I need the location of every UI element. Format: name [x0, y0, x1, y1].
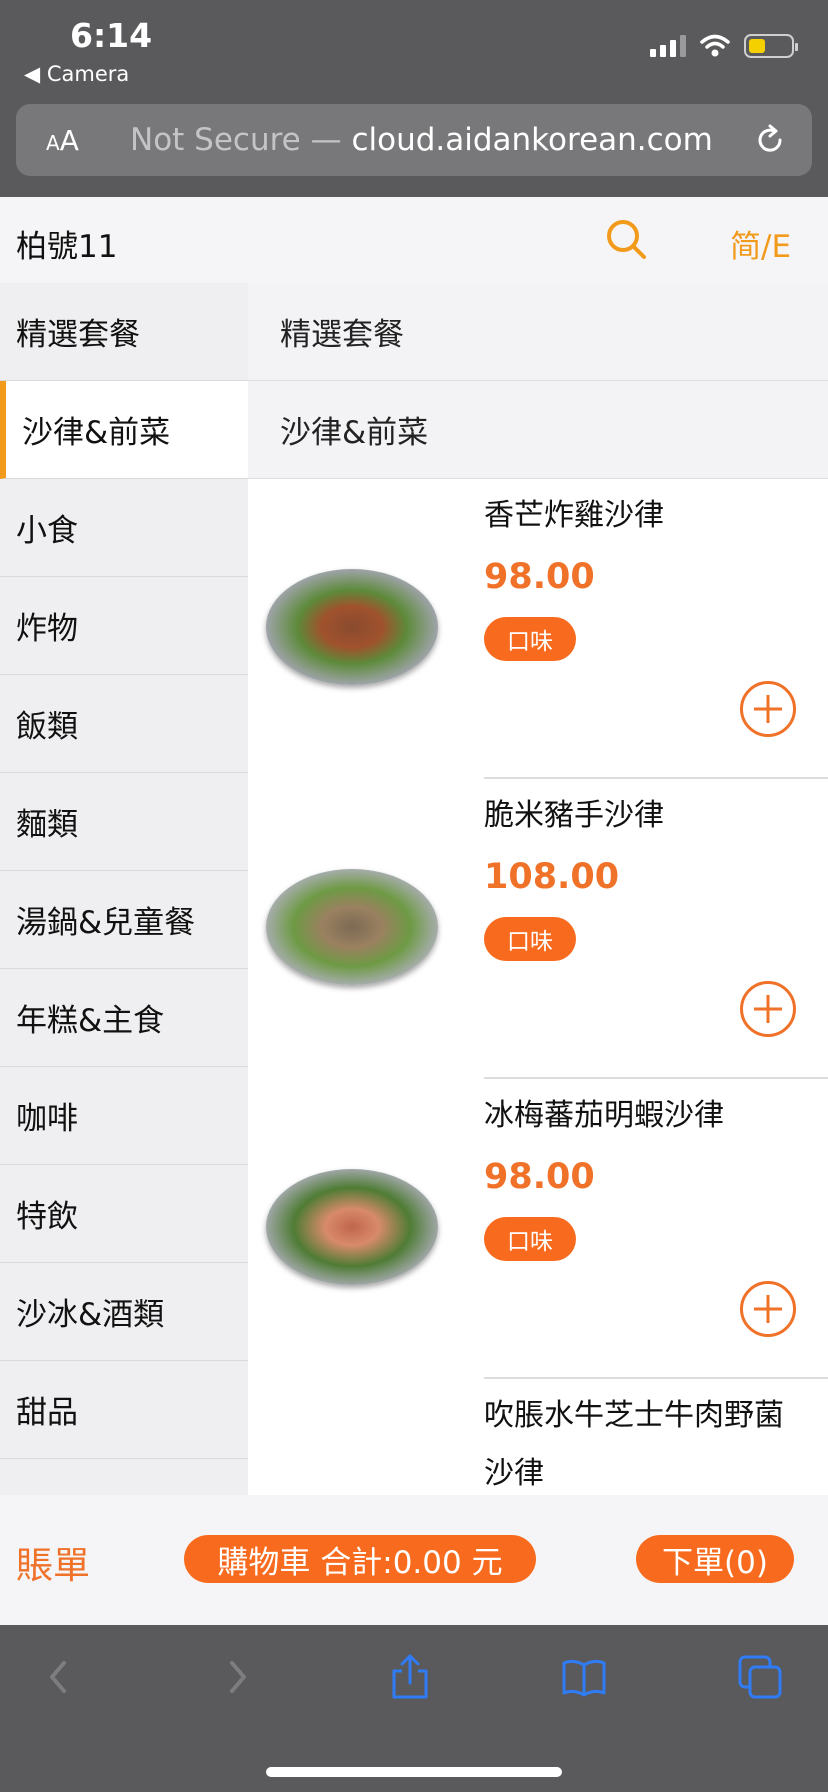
reload-icon[interactable] [752, 122, 788, 158]
back-to-camera-link[interactable]: ◀ Camera [24, 62, 129, 86]
order-bar: 賬單 購物車 合計:0.00 元 下單(0) [0, 1495, 828, 1625]
forward-icon[interactable] [212, 1653, 260, 1701]
flavor-button[interactable]: 口味 [484, 617, 576, 661]
add-to-cart-icon[interactable] [740, 1281, 796, 1337]
browser-toolbar [0, 1625, 828, 1792]
place-order-button[interactable]: 下單(0) [636, 1535, 794, 1583]
menu-content: 精選套餐 沙律&前菜 香芒炸雞沙律 98.00 口味 脆米豬手沙律 108.00… [248, 283, 828, 1495]
add-to-cart-icon[interactable] [740, 981, 796, 1037]
sidebar-item-hotpot-kids[interactable]: 湯鍋&兒童餐 [0, 871, 248, 969]
dish-price: 98.00 [484, 557, 595, 597]
dish-name: 吹脹水牛芝士牛肉野菌沙律 [484, 1398, 784, 1491]
cellular-signal-icon [650, 35, 686, 57]
flavor-button[interactable]: 口味 [484, 1217, 576, 1261]
wifi-icon [700, 34, 730, 57]
cart-total-button[interactable]: 購物車 合計:0.00 元 [184, 1535, 536, 1583]
search-icon[interactable] [604, 217, 648, 261]
dish-photo[interactable] [266, 869, 438, 985]
sidebar-item-coffee[interactable]: 咖啡 [0, 1067, 248, 1165]
dish-photo[interactable] [266, 1169, 438, 1285]
dish-price: 108.00 [484, 857, 620, 897]
store-name: 柏號11 [16, 229, 118, 265]
bill-button[interactable]: 賬單 [16, 1535, 90, 1589]
flavor-button[interactable]: 口味 [484, 917, 576, 961]
dish-name: 冰梅蕃茄明蝦沙律 [484, 1098, 724, 1133]
section-header-salad: 沙律&前菜 [248, 381, 828, 479]
dish-name: 脆米豬手沙律 [484, 798, 664, 833]
app-header: 柏號11 简/E [0, 197, 828, 287]
reader-aa-button[interactable]: AA [46, 124, 79, 157]
category-sidebar: 精選套餐 沙律&前菜 小食 炸物 飯類 麵類 湯鍋&兒童餐 年糕&主食 咖啡 特… [0, 283, 248, 1495]
sidebar-item-fried[interactable]: 炸物 [0, 577, 248, 675]
sidebar-item-snacks[interactable]: 小食 [0, 479, 248, 577]
sidebar-item-special-drinks[interactable]: 特飲 [0, 1165, 248, 1263]
tabs-icon[interactable] [736, 1653, 784, 1701]
sidebar-item-noodles[interactable]: 麵類 [0, 773, 248, 871]
battery-icon [744, 34, 798, 58]
dish-item: 吹脹水牛芝士牛肉野菌沙律 [248, 1379, 828, 1495]
dish-item: 脆米豬手沙律 108.00 口味 [248, 779, 828, 1079]
sidebar-item-salad-appetizers[interactable]: 沙律&前菜 [0, 381, 248, 479]
language-toggle[interactable]: 简/E [730, 221, 791, 266]
sidebar-item-desserts[interactable]: 甜品 [0, 1361, 248, 1459]
address-bar[interactable]: AA Not Secure — cloud.aidankorean.com [16, 104, 812, 176]
status-bar: 6:14 ◀ Camera [0, 0, 828, 100]
dish-price: 98.00 [484, 1157, 595, 1197]
dish-name: 香芒炸雞沙律 [484, 498, 664, 533]
sidebar-item-featured-sets[interactable]: 精選套餐 [0, 283, 248, 381]
share-icon[interactable] [386, 1653, 434, 1701]
security-warning: Not Secure — [130, 122, 352, 158]
dish-item: 香芒炸雞沙律 98.00 口味 [248, 479, 828, 779]
sidebar-item-rice[interactable]: 飯類 [0, 675, 248, 773]
dish-photo[interactable] [266, 569, 438, 685]
home-indicator[interactable] [266, 1767, 562, 1777]
section-header-featured: 精選套餐 [248, 283, 828, 381]
url-domain: cloud.aidankorean.com [351, 122, 713, 158]
back-icon[interactable] [36, 1653, 84, 1701]
dish-item: 冰梅蕃茄明蝦沙律 98.00 口味 [248, 1079, 828, 1379]
status-icons [650, 34, 798, 58]
status-time: 6:14 [70, 16, 153, 55]
bookmarks-icon[interactable] [560, 1653, 608, 1701]
sidebar-item-ricecake-mains[interactable]: 年糕&主食 [0, 969, 248, 1067]
url-text[interactable]: Not Secure — cloud.aidankorean.com [130, 122, 713, 158]
add-to-cart-icon[interactable] [740, 681, 796, 737]
sidebar-item-smoothies-alcohol[interactable]: 沙冰&酒類 [0, 1263, 248, 1361]
